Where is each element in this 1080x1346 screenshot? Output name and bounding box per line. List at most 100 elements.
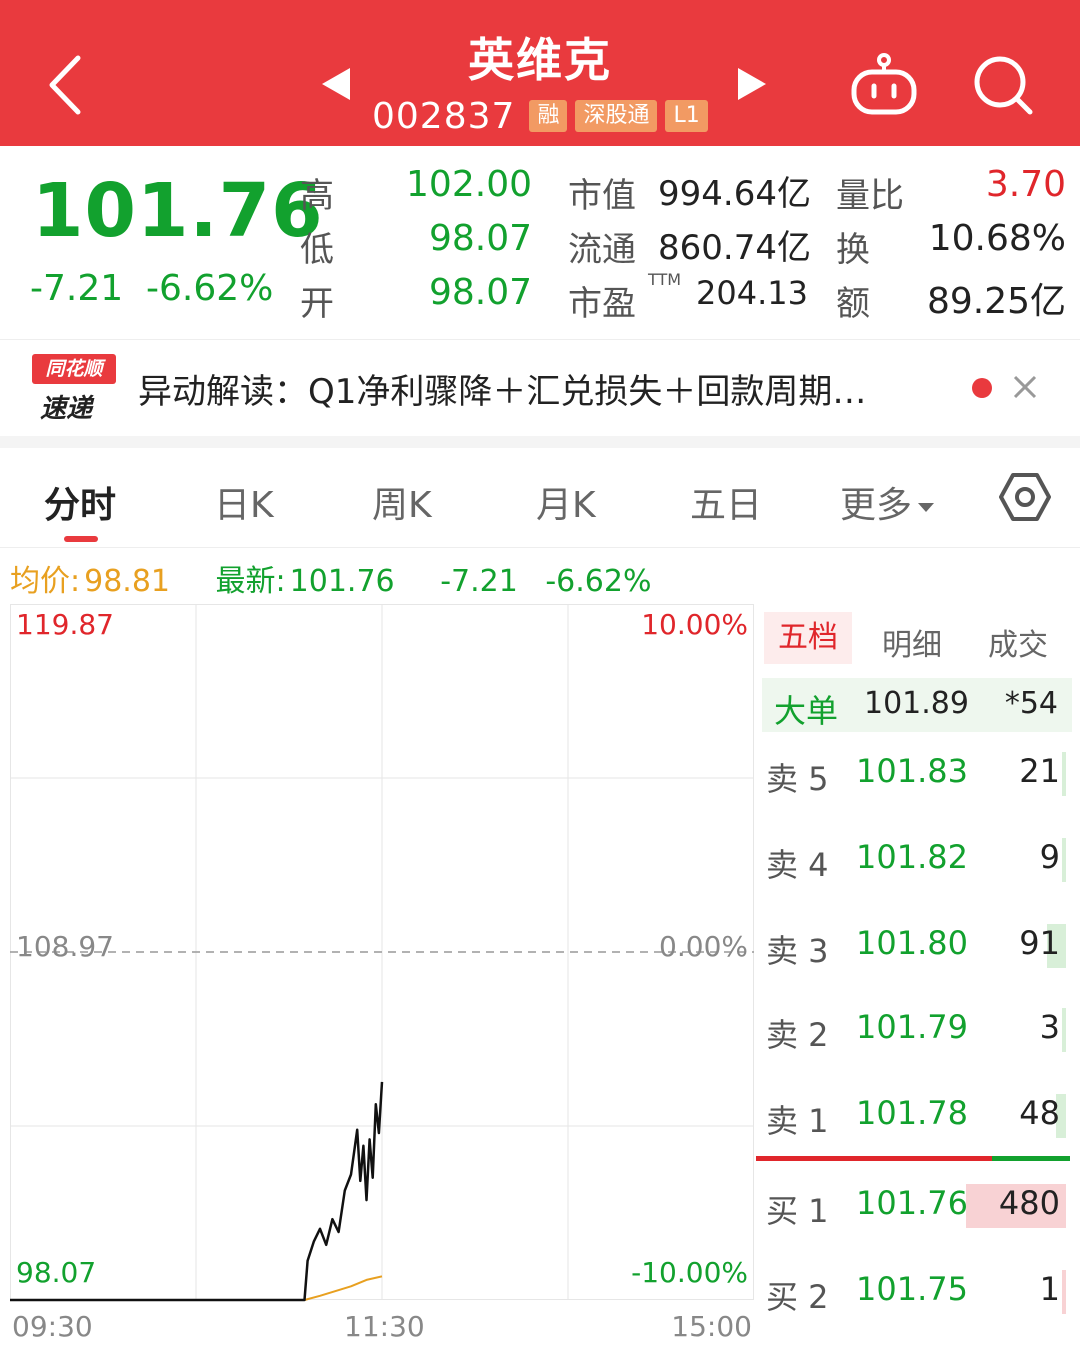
ask-level-label: 卖 1 <box>766 1102 829 1140</box>
tab-trades[interactable]: 成交 <box>988 620 1048 664</box>
big-order-label: 大单 <box>774 692 839 730</box>
float-label: 流通 <box>568 230 636 270</box>
price-change-pct: -6.62% <box>146 268 274 309</box>
ttm-superscript: TTM <box>648 270 682 289</box>
y-min-label: 98.07 <box>16 1256 97 1289</box>
pe-label: 市盈 <box>568 284 636 324</box>
tab-weekly-k[interactable]: 周K <box>372 476 432 528</box>
ask-volume: 3 <box>1039 1008 1060 1046</box>
low-value: 98.07 <box>428 218 532 259</box>
bid-volume: 1 <box>1039 1270 1060 1308</box>
bid-volume: 480 <box>998 1184 1060 1222</box>
volume-bar <box>1062 1008 1066 1052</box>
open-label: 开 <box>300 284 334 324</box>
settings-hexagon-icon[interactable] <box>998 470 1052 524</box>
bid-price: 101.76 <box>856 1184 968 1222</box>
open-value: 98.07 <box>428 272 532 313</box>
intraday-chart[interactable]: 119.87 108.97 98.07 10.00% 0.00% -10.00%… <box>10 604 754 1346</box>
volratio-value: 3.70 <box>985 164 1066 205</box>
dropdown-caret-icon <box>918 502 935 512</box>
next-stock-icon[interactable] <box>734 66 770 102</box>
bid-level-label: 买 1 <box>766 1192 829 1230</box>
quote-summary: 101.76 -7.21 -6.62% 高 低 开 102.00 98.07 9… <box>0 146 1080 340</box>
price-change: -7.21 <box>30 268 124 309</box>
info-change: -7.21 <box>440 564 518 599</box>
news-banner[interactable]: 同花顺 速递 异动解读：Q1净利骤降＋汇兑损失＋回款周期… <box>0 340 1080 436</box>
ask-level-label: 卖 2 <box>766 1016 829 1054</box>
sell-strength-bar <box>992 1156 1070 1161</box>
bid-row[interactable]: 买 1 101.76 480 <box>756 1178 1080 1230</box>
tab-intraday[interactable]: 分时 <box>44 476 116 528</box>
chart-tabs: 分时 日K 周K 月K 五日 更多 <box>0 448 1080 548</box>
high-label: 高 <box>300 176 334 216</box>
bid-row[interactable]: 买 2 101.75 1 <box>756 1264 1080 1316</box>
ask-volume: 91 <box>1019 924 1060 962</box>
ask-row[interactable]: 卖 4 101.82 9 <box>756 832 1080 884</box>
tab-detail[interactable]: 明细 <box>882 620 942 664</box>
ask-level-label: 卖 5 <box>766 760 829 798</box>
stock-header: 英维克 002837 融 深股通 L1 <box>0 0 1080 146</box>
x-label-close: 15:00 <box>671 1310 752 1343</box>
ths-express-logo: 同花顺 速递 <box>32 354 116 424</box>
connect-tag: 深股通 <box>575 100 658 132</box>
order-book-tabs: 五档 明细 成交 <box>756 612 1080 666</box>
intraday-info-line: 均价: 98.81 最新: 101.76 -7.21 -6.62% <box>10 556 670 599</box>
ask-price: 101.83 <box>856 752 968 790</box>
bid-price: 101.75 <box>856 1270 968 1308</box>
stock-code: 002837 <box>372 95 516 137</box>
turnover-label: 换 <box>836 230 870 270</box>
avg-price-value: 98.81 <box>84 564 170 599</box>
search-icon[interactable] <box>970 52 1036 118</box>
latest-price-value: 101.76 <box>289 564 395 599</box>
robot-assistant-icon[interactable] <box>848 52 920 116</box>
volratio-label: 量比 <box>836 176 904 216</box>
amount-value: 89.25亿 <box>926 281 1066 322</box>
ask-level-label: 卖 3 <box>766 932 829 970</box>
active-tab-indicator <box>64 536 98 542</box>
big-order-row[interactable]: 大单 101.89 *54 <box>762 678 1072 732</box>
section-divider <box>0 436 1080 448</box>
volume-bar <box>1062 838 1066 882</box>
current-price: 101.76 <box>32 168 324 254</box>
close-icon[interactable] <box>1010 372 1040 402</box>
stock-code-row: 002837 融 深股通 L1 <box>372 94 708 138</box>
low-label: 低 <box>300 230 334 270</box>
mktcap-label: 市值 <box>568 176 636 216</box>
x-label-noon: 11:30 <box>344 1310 425 1343</box>
volume-bar <box>1062 1270 1066 1314</box>
big-order-price: 101.89 <box>864 686 969 721</box>
ask-volume: 21 <box>1019 752 1060 790</box>
avg-label-text: 均价: <box>10 564 81 599</box>
y-max-label: 119.87 <box>16 608 114 641</box>
intraday-chart-svg <box>10 604 754 1302</box>
bid-level-label: 买 2 <box>766 1278 829 1316</box>
ask-row[interactable]: 卖 2 101.79 3 <box>756 1002 1080 1054</box>
margin-tag: 融 <box>529 100 568 132</box>
ask-row[interactable]: 卖 3 101.80 91 <box>756 918 1080 970</box>
tab-monthly-k[interactable]: 月K <box>536 476 596 528</box>
big-order-vol: *54 <box>1004 686 1058 721</box>
unread-dot-icon <box>972 378 992 398</box>
high-value: 102.00 <box>406 164 532 205</box>
order-book: 五档 明细 成交 大单 101.89 *54 卖 5 101.83 21 卖 4 101… <box>756 604 1080 1346</box>
info-change-pct: -6.62% <box>545 564 652 599</box>
news-headline[interactable]: 异动解读：Q1净利骤降＋汇兑损失＋回款周期… <box>138 364 866 413</box>
latest-label-text: 最新: <box>215 564 286 599</box>
ask-price: 101.78 <box>856 1094 968 1132</box>
ask-volume: 48 <box>1019 1094 1060 1132</box>
x-label-open: 09:30 <box>12 1310 93 1343</box>
ask-level-label: 卖 4 <box>766 846 829 884</box>
ask-row[interactable]: 卖 1 101.78 48 <box>756 1088 1080 1140</box>
ask-price: 101.79 <box>856 1008 968 1046</box>
tab-five-day[interactable]: 五日 <box>690 476 762 528</box>
pct-mid-label: 0.00% <box>659 930 748 963</box>
amount-label: 额 <box>836 284 870 324</box>
mktcap-value: 994.64亿 <box>658 174 811 214</box>
tab-daily-k[interactable]: 日K <box>214 476 274 528</box>
logo-top-text: 同花顺 <box>32 354 116 384</box>
tab-more[interactable]: 更多 <box>840 476 935 528</box>
ask-row[interactable]: 卖 5 101.83 21 <box>756 746 1080 798</box>
turnover-value: 10.68% <box>928 218 1066 259</box>
latest-price-label: 最新: 101.76 <box>216 564 413 599</box>
tab-five-levels[interactable]: 五档 <box>764 612 852 664</box>
